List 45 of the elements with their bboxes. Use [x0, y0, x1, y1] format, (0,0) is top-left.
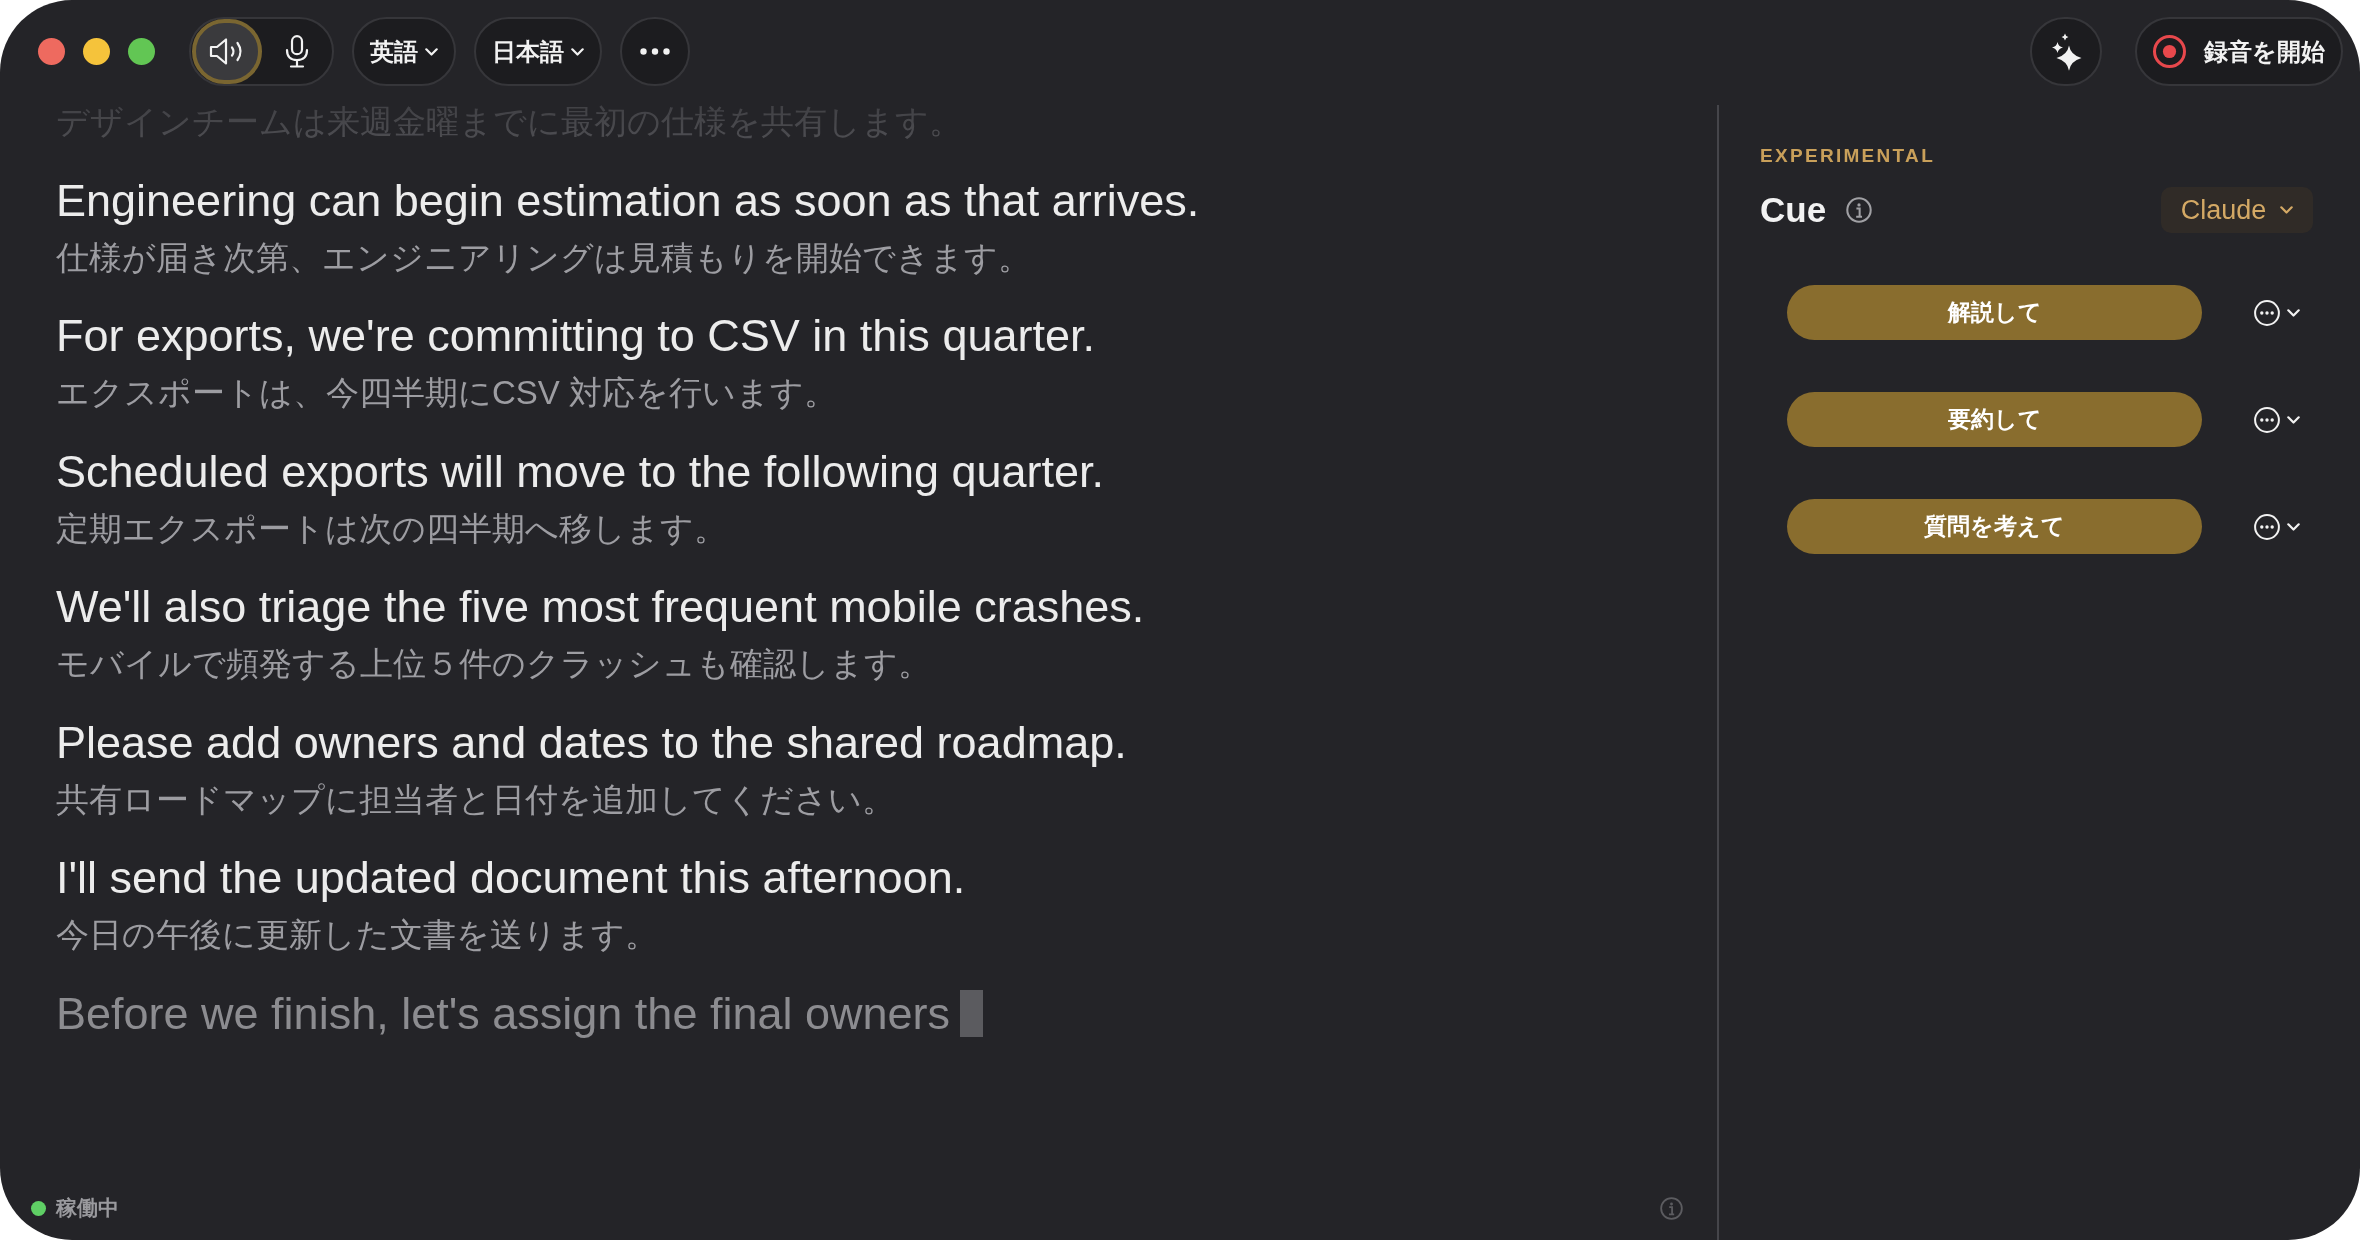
- more-circle-icon: [2254, 406, 2280, 433]
- prompt-button[interactable]: 解説して: [1787, 285, 2202, 340]
- chevron-down-icon: [2287, 415, 2300, 424]
- more-circle-icon: [2254, 513, 2280, 540]
- window-close-button[interactable]: [38, 38, 65, 65]
- transcript-line: I'll send the updated document this afternoon.: [56, 851, 966, 905]
- chevron-down-icon: [2287, 308, 2300, 317]
- transcript-line: Please add owners and dates to the shared roadmap.: [56, 715, 1127, 770]
- chevron-down-icon: [2280, 206, 2294, 214]
- experimental-label: EXPERIMENTAL: [1760, 144, 1936, 168]
- info-icon[interactable]: [1846, 197, 1873, 223]
- more-circle-icon: [2254, 299, 2280, 326]
- chevron-down-icon: [425, 47, 438, 56]
- panel-title: Cue: [1760, 190, 1827, 230]
- translation-line: エクスポートは、今四半期にCSV 対応を行います。: [56, 373, 838, 413]
- source-language-dropdown[interactable]: 英語: [352, 17, 456, 86]
- chevron-down-icon: [2287, 522, 2300, 531]
- transcript-line: Scheduled exports will move to the following quarter.: [56, 444, 1105, 499]
- options-menu-button[interactable]: [2254, 406, 2300, 433]
- microphone-icon: [285, 35, 309, 68]
- window-zoom-button[interactable]: [128, 38, 155, 65]
- status-label: 稼働中: [56, 1195, 119, 1222]
- target-language-dropdown[interactable]: 日本語: [474, 17, 602, 86]
- translation-line: モバイルで頻発する上位５件のクラッシュも確認します。: [56, 644, 931, 684]
- record-button[interactable]: 録音を開始: [2135, 17, 2343, 86]
- model-dropdown[interactable]: Claude: [2161, 187, 2313, 233]
- prompt-button[interactable]: 要約して: [1787, 392, 2202, 447]
- transcript-line: For exports, we're committing to CSV in this quarter.: [56, 309, 1095, 363]
- prompt-button[interactable]: 質問を考えて: [1787, 499, 2202, 554]
- transcript-line: Engineering can begin estimation as soon as that arrives.: [56, 173, 1200, 228]
- sparkle-icon: [2050, 32, 2082, 71]
- text-cursor-icon: [960, 990, 984, 1037]
- more-icon: [640, 48, 670, 55]
- translation-line: 共有ロードマップに担当者と日付を追加してください。: [56, 779, 895, 820]
- interim-transcript-line: Before we finish, let's assign the final owners: [56, 986, 951, 1041]
- chevron-down-icon: [571, 47, 584, 56]
- transcript-line: We'll also triage the five most frequent mobile crashes.: [56, 580, 1145, 634]
- translation-line: 定期エクスポートは次の四半期へ移します。: [56, 508, 727, 549]
- window-minimize-button[interactable]: [83, 38, 110, 65]
- options-menu-button[interactable]: [2254, 513, 2300, 540]
- options-menu-button[interactable]: [2254, 299, 2300, 326]
- record-icon: [2153, 35, 2186, 68]
- speaker-button[interactable]: [192, 19, 262, 84]
- translation-line: 仕様が届き次第、エンジニアリングは見積もりを開始できます。: [56, 237, 1031, 278]
- translation-line: 今日の午後に更新した文書を送ります。: [56, 915, 658, 955]
